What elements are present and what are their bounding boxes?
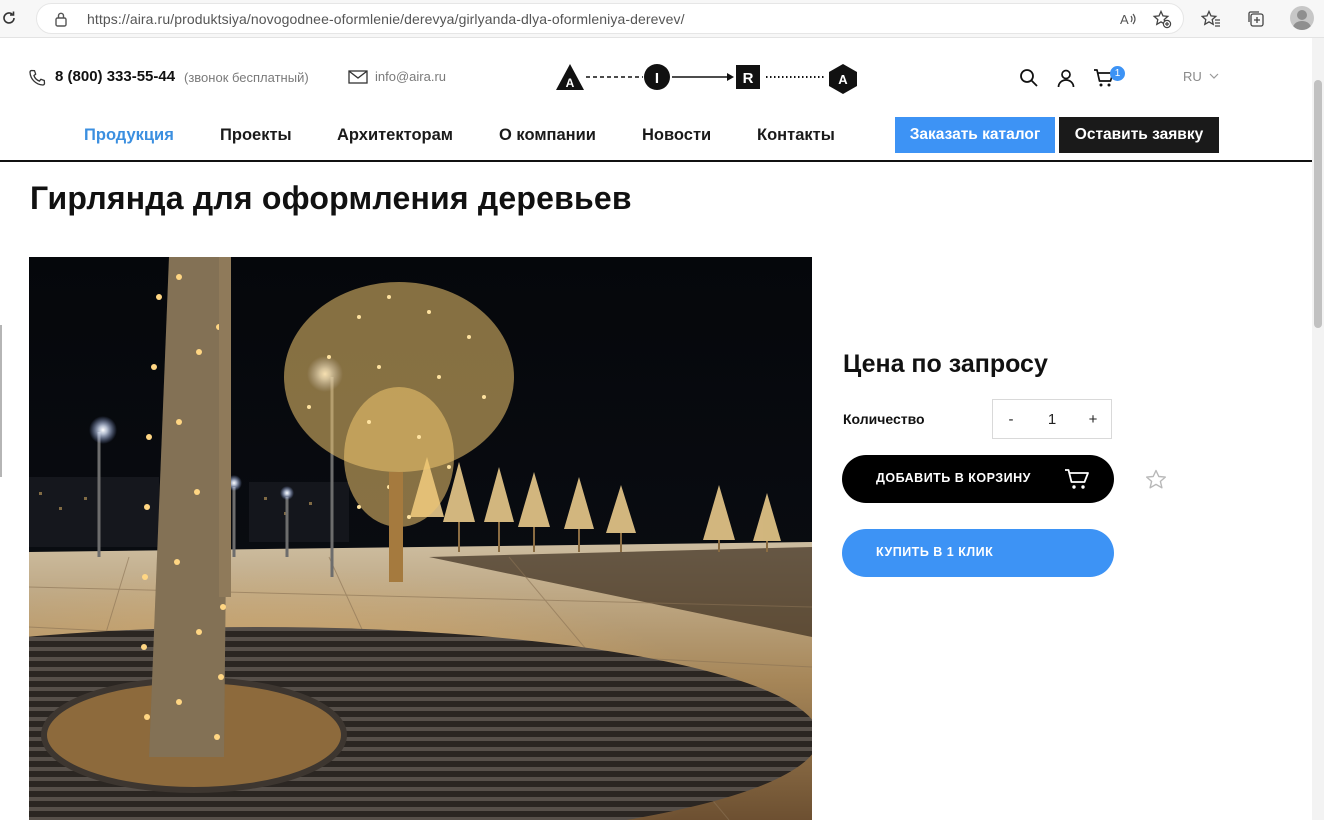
svg-text:A: A	[1120, 12, 1129, 27]
buy-one-click-label: КУПИТЬ В 1 КЛИК	[876, 545, 994, 559]
nav-item-news[interactable]: Новости	[642, 126, 711, 145]
mail-icon	[348, 70, 368, 84]
cart-icon	[1065, 469, 1089, 489]
language-selector[interactable]: RU	[1183, 69, 1202, 84]
logo-letter-a1: A	[566, 76, 575, 90]
order-catalog-button[interactable]: Заказать каталог	[895, 117, 1055, 153]
profile-avatar[interactable]	[1290, 6, 1314, 30]
quantity-minus-button[interactable]: -	[993, 400, 1029, 438]
header-divider	[0, 160, 1312, 162]
logo-letter-a2: A	[838, 72, 848, 87]
user-icon[interactable]	[1055, 67, 1077, 89]
scrollbar-thumb[interactable]	[1314, 80, 1322, 328]
nav-item-projects[interactable]: Проекты	[220, 126, 292, 145]
add-to-cart-button[interactable]: ДОБАВИТЬ В КОРЗИНУ	[842, 455, 1114, 503]
address-bar[interactable]: https://aira.ru/produktsiya/novogodnee-o…	[36, 3, 1184, 34]
logo-letter-i: I	[655, 70, 659, 87]
price-label: Цена по запросу	[843, 350, 1048, 378]
phone-number[interactable]: 8 (800) 333-55-44	[55, 68, 175, 85]
cart-count-badge: 1	[1110, 66, 1125, 81]
add-favorite-icon[interactable]	[1151, 9, 1173, 29]
nav-item-about[interactable]: О компании	[499, 126, 596, 145]
buy-one-click-button[interactable]: КУПИТЬ В 1 КЛИК	[842, 529, 1114, 577]
phone-note: (звонок бесплатный)	[184, 70, 309, 85]
phone-icon	[29, 69, 46, 86]
page-title: Гирлянда для оформления деревьев	[30, 180, 632, 216]
collections-icon[interactable]	[1245, 8, 1267, 30]
leave-request-button[interactable]: Оставить заявку	[1059, 117, 1219, 153]
quantity-input[interactable]: 1	[1029, 400, 1075, 438]
add-to-cart-label: ДОБАВИТЬ В КОРЗИНУ	[876, 471, 1031, 485]
star-icon[interactable]	[1144, 468, 1168, 492]
favorites-icon[interactable]	[1200, 8, 1222, 30]
aira-logo[interactable]: A I R A	[555, 62, 860, 94]
browser-toolbar: https://aira.ru/produktsiya/novogodnee-o…	[0, 0, 1324, 38]
quantity-stepper: - 1 +	[992, 399, 1112, 439]
email-link[interactable]: info@aira.ru	[375, 69, 446, 84]
read-aloud-icon[interactable]: A	[1117, 9, 1139, 29]
logo-letter-r: R	[743, 70, 754, 87]
chevron-down-icon[interactable]	[1209, 72, 1219, 80]
url-text[interactable]: https://aira.ru/produktsiya/novogodnee-o…	[87, 11, 685, 27]
reload-icon[interactable]	[0, 8, 18, 28]
left-panel-edge	[0, 325, 2, 477]
product-photo	[29, 257, 812, 820]
nav-item-contacts[interactable]: Контакты	[757, 126, 835, 145]
quantity-label: Количество	[843, 411, 925, 427]
search-icon[interactable]	[1018, 67, 1040, 89]
nav-item-products[interactable]: Продукция	[84, 126, 174, 145]
lock-icon[interactable]	[54, 11, 68, 27]
quantity-plus-button[interactable]: +	[1075, 400, 1111, 438]
nav-item-architects[interactable]: Архитекторам	[337, 126, 453, 145]
